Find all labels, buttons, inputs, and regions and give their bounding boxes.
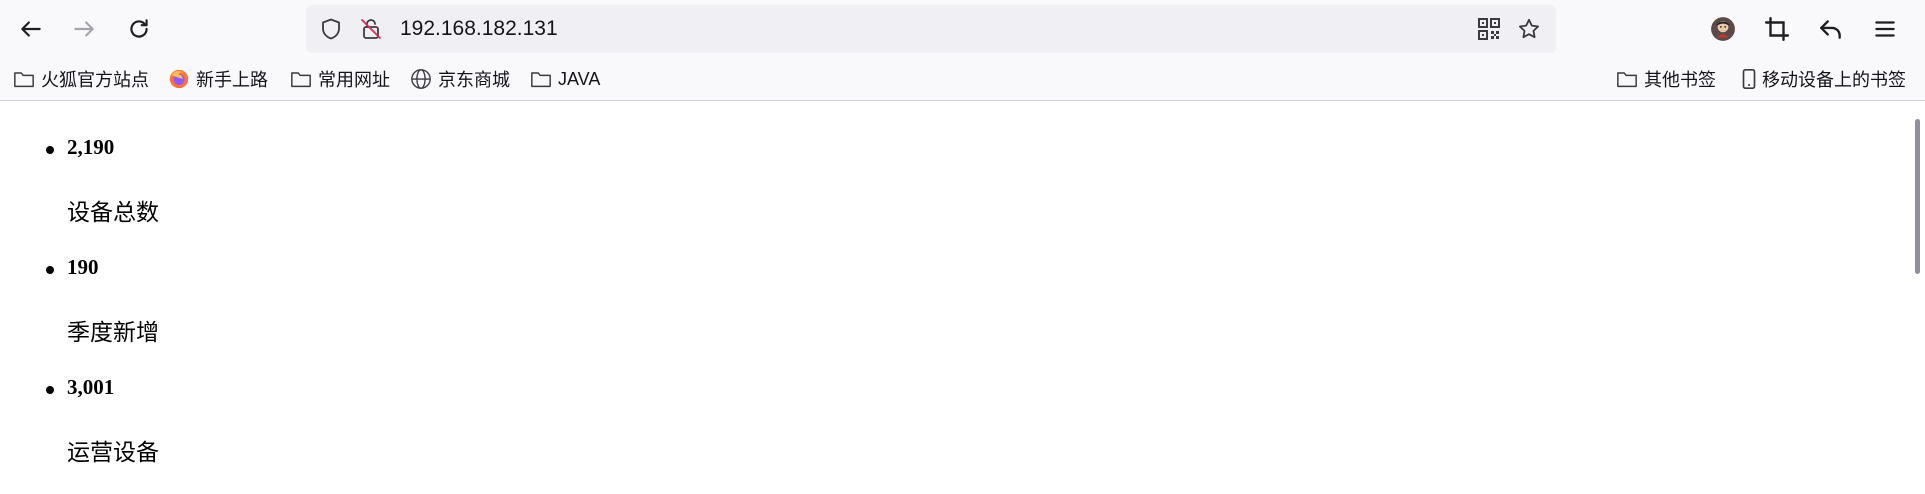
- arrow-right-icon: [74, 21, 94, 37]
- stat-item: 3,001 运营设备: [0, 341, 600, 466]
- mobile-bookmarks-item[interactable]: 移动设备上的书签: [1738, 58, 1906, 100]
- avatar-icon: [1711, 17, 1735, 41]
- scrollbar-thumb[interactable]: [1915, 119, 1920, 274]
- folder-icon: [1617, 72, 1637, 88]
- undo-button[interactable]: [1810, 9, 1852, 49]
- other-bookmarks-item[interactable]: 其他书签: [1616, 58, 1716, 100]
- bookmark-label: JAVA: [558, 68, 601, 89]
- insecure-lock-icon[interactable]: [358, 16, 384, 42]
- crop-screenshot-button[interactable]: [1756, 9, 1798, 49]
- bookmark-item[interactable]: 京东商城: [410, 58, 510, 100]
- firefox-icon: [169, 69, 189, 89]
- vertical-scrollbar[interactable]: [1913, 101, 1925, 494]
- menu-button[interactable]: [1864, 9, 1906, 49]
- stat-value: 2,190: [67, 135, 115, 159]
- bookmark-label: 新手上路: [196, 70, 268, 90]
- shield-icon[interactable]: [318, 16, 344, 42]
- back-button[interactable]: [10, 9, 52, 49]
- account-avatar-button[interactable]: [1702, 9, 1744, 49]
- mobile-icon: [1742, 69, 1756, 89]
- forward-button[interactable]: [63, 9, 105, 49]
- bookmark-star-icon[interactable]: [1516, 16, 1542, 42]
- folder-icon: [14, 72, 34, 88]
- reload-button[interactable]: [118, 9, 160, 49]
- qr-code-icon[interactable]: [1476, 16, 1502, 42]
- bookmark-label: 移动设备上的书签: [1762, 70, 1906, 90]
- reload-icon: [130, 19, 148, 38]
- hamburger-menu-icon: [1875, 21, 1895, 37]
- crop-icon: [1764, 16, 1790, 42]
- browser-toolbar: 192.168.182.131: [0, 0, 1925, 58]
- folder-icon: [291, 72, 311, 88]
- address-bar[interactable]: 192.168.182.131: [306, 5, 1556, 53]
- stat-label: 运营设备: [67, 440, 159, 466]
- stat-item: 2,190 设备总数: [0, 101, 600, 226]
- bookmark-label: 京东商城: [438, 70, 510, 90]
- bullet: [46, 386, 54, 394]
- bookmark-label: 常用网址: [318, 70, 390, 90]
- arrow-left-icon: [21, 21, 41, 37]
- page-content: 2,190 设备总数 190 季度新增 3,001 运营设备: [0, 101, 1908, 494]
- url-text[interactable]: 192.168.182.131: [400, 5, 558, 53]
- bookmark-item[interactable]: 火狐官方站点: [13, 58, 149, 100]
- stat-value: 3,001: [67, 375, 115, 399]
- stat-value: 190: [67, 255, 99, 279]
- globe-icon: [411, 69, 431, 89]
- bullet: [46, 146, 54, 154]
- bookmarks-toolbar: 火狐官方站点 新手上路 常用网址 京东商城 JAVA 其他书签 移动设备上的书签: [0, 58, 1925, 101]
- bookmark-label: 火狐官方站点: [41, 70, 149, 90]
- bookmark-item[interactable]: JAVA: [530, 58, 600, 100]
- stat-item: 190 季度新增: [0, 221, 600, 346]
- undo-arrow-icon: [1820, 20, 1841, 39]
- bookmark-item[interactable]: 新手上路: [168, 58, 268, 100]
- bullet: [46, 266, 54, 274]
- bookmark-label: 其他书签: [1644, 70, 1716, 90]
- folder-icon: [531, 72, 551, 88]
- bookmark-item[interactable]: 常用网址: [290, 58, 390, 100]
